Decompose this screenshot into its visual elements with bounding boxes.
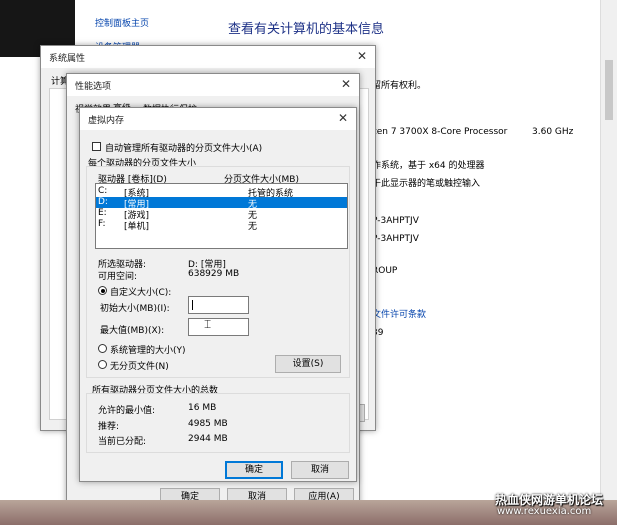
drive-letter: D: xyxy=(98,197,108,207)
drive-list[interactable]: C: [系统] 托管的系统 D: [常用] 无 E: [游戏] 无 F: [单机… xyxy=(95,183,348,249)
scrollbar[interactable] xyxy=(600,0,617,500)
drive-paging-size: 无 xyxy=(248,222,258,232)
table-row[interactable]: F: [单机] 无 xyxy=(96,219,347,232)
system-type-value: 作系统，基于 x64 的处理器 xyxy=(372,161,485,171)
virtual-memory-dialog: 虚拟内存 ✕ 自动管理所有驱动器的分页文件大小(A) 每个驱动器的分页文件大小 … xyxy=(79,107,357,482)
watermark-url: www.rexuexia.com xyxy=(497,506,592,517)
custom-size-label: 自定义大小(C): xyxy=(110,288,172,298)
virtual-memory-title: 虚拟内存 xyxy=(88,116,125,126)
drive-letter: E: xyxy=(98,208,107,218)
ok-button[interactable]: 确定 xyxy=(225,461,283,479)
auto-manage-label: 自动管理所有驱动器的分页文件大小(A) xyxy=(105,144,263,154)
system-managed-radio[interactable] xyxy=(98,344,107,353)
system-properties-titlebar: 系统属性 ✕ xyxy=(41,46,375,68)
close-icon[interactable]: ✕ xyxy=(357,49,367,63)
pen-touch-value: 于此显示器的笔或触控输入 xyxy=(372,179,481,189)
close-icon[interactable]: ✕ xyxy=(341,77,351,91)
table-row[interactable]: E: [游戏] 无 xyxy=(96,208,347,221)
min-allowed-value: 16 MB xyxy=(188,403,217,413)
mouse-cursor-icon: ⌶ xyxy=(204,317,212,331)
performance-options-title: 性能选项 xyxy=(75,82,112,92)
auto-manage-checkbox[interactable] xyxy=(92,142,101,151)
scrollbar-thumb[interactable] xyxy=(605,60,613,120)
full-computer-name-value: P-3AHPTJV xyxy=(372,234,419,244)
cpu-speed-value: 3.60 GHz xyxy=(532,127,574,137)
close-icon[interactable]: ✕ xyxy=(338,111,348,125)
free-space-label: 可用空间: xyxy=(98,272,138,282)
custom-size-radio[interactable] xyxy=(98,286,107,295)
recommended-value: 4985 MB xyxy=(188,419,228,429)
recommended-label: 推荐: xyxy=(98,422,120,432)
computer-name-value: P-3AHPTJV xyxy=(372,216,419,226)
current-allocated-value: 2944 MB xyxy=(188,434,228,444)
system-managed-label: 系统管理的大小(Y) xyxy=(110,346,186,356)
page-title: 查看有关计算机的基本信息 xyxy=(228,22,385,37)
max-size-input[interactable] xyxy=(188,318,249,336)
control-panel-home-link[interactable]: 控制面板主页 xyxy=(95,16,149,29)
cancel-button[interactable]: 取消 xyxy=(291,461,349,479)
drive-letter: F: xyxy=(98,219,106,229)
min-allowed-label: 允许的最小值: xyxy=(98,406,156,416)
processor-value: zen 7 3700X 8-Core Processor xyxy=(372,127,508,137)
initial-size-label: 初始大小(MB)(I): xyxy=(100,304,170,314)
table-row[interactable]: D: [常用] 无 xyxy=(96,197,347,210)
no-paging-radio[interactable] xyxy=(98,360,107,369)
set-button[interactable]: 设置(S) xyxy=(275,355,341,373)
initial-size-input[interactable] xyxy=(188,296,249,314)
max-size-label: 最大值(MB)(X): xyxy=(100,326,165,336)
drive-label: [单机] xyxy=(124,222,150,232)
system-properties-title: 系统属性 xyxy=(49,54,86,64)
copyright-text: 留所有权利。 xyxy=(372,81,427,91)
no-paging-label: 无分页文件(N) xyxy=(110,362,169,372)
license-terms-link[interactable]: 文件许可条款 xyxy=(372,307,426,320)
table-row[interactable]: C: [系统] 托管的系统 xyxy=(96,186,347,199)
drive-letter: C: xyxy=(98,186,108,196)
virtual-memory-titlebar: 虚拟内存 ✕ xyxy=(80,108,356,130)
current-allocated-label: 当前已分配: xyxy=(98,437,147,447)
text-cursor xyxy=(192,300,193,310)
free-space-value: 638929 MB xyxy=(188,269,240,279)
performance-options-titlebar: 性能选项 ✕ xyxy=(67,74,359,96)
